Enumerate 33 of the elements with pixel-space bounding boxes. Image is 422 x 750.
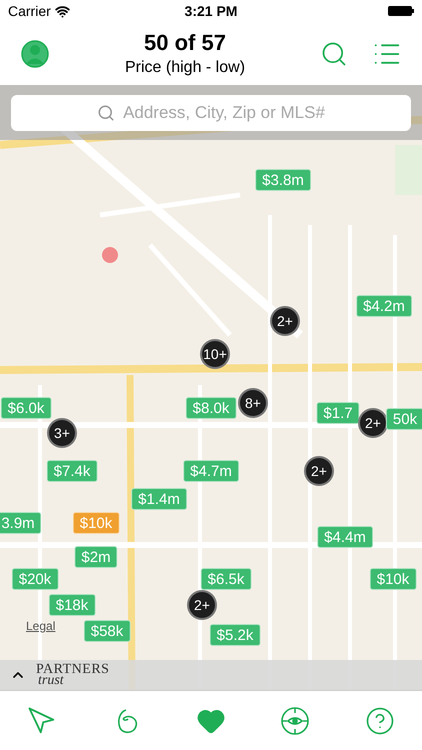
price-marker[interactable]: $20k — [12, 568, 58, 590]
clock: 3:21 PM — [184, 2, 238, 20]
price-marker[interactable]: $3.8m — [255, 169, 311, 191]
price-marker[interactable]: $18k — [48, 594, 96, 616]
price-marker[interactable]: $7.4k — [46, 460, 98, 482]
sort-label[interactable]: Price (high - low) — [124, 56, 246, 78]
price-marker[interactable]: $8.0k — [186, 397, 236, 419]
price-marker[interactable]: $10k — [370, 568, 416, 590]
search-button[interactable] — [320, 40, 348, 68]
price-marker[interactable]: 50k — [386, 408, 422, 430]
eye-target-icon[interactable] — [280, 706, 310, 736]
result-count: 50 of 57 — [144, 28, 226, 56]
price-marker[interactable]: $1.7 — [316, 402, 360, 424]
price-marker[interactable]: $6.0k — [0, 397, 52, 419]
price-marker[interactable]: 3.9m — [0, 512, 42, 534]
profile-button[interactable] — [20, 38, 50, 68]
search-field[interactable]: Address, City, Zip or MLS# — [11, 94, 411, 130]
help-icon[interactable] — [364, 706, 395, 736]
price-marker[interactable]: $6.5k — [200, 568, 252, 590]
price-marker[interactable]: $4.7m — [183, 460, 239, 482]
carrier-label: Carrier — [8, 2, 51, 20]
price-marker[interactable]: $4.2m — [356, 295, 412, 317]
price-marker[interactable]: $5.2k — [210, 624, 260, 646]
wifi-icon — [54, 4, 70, 18]
brand-logo: PARTNERS trust — [36, 664, 110, 686]
price-marker[interactable]: $58k — [84, 620, 130, 642]
price-marker[interactable]: $2m — [74, 546, 118, 568]
price-marker[interactable]: $1.4m — [131, 488, 187, 510]
legal-link[interactable]: Legal — [26, 617, 56, 635]
search-icon — [97, 104, 116, 122]
price-marker[interactable]: $4.4m — [317, 526, 373, 548]
battery-icon — [388, 6, 414, 16]
price-marker[interactable]: $10k — [72, 512, 120, 534]
